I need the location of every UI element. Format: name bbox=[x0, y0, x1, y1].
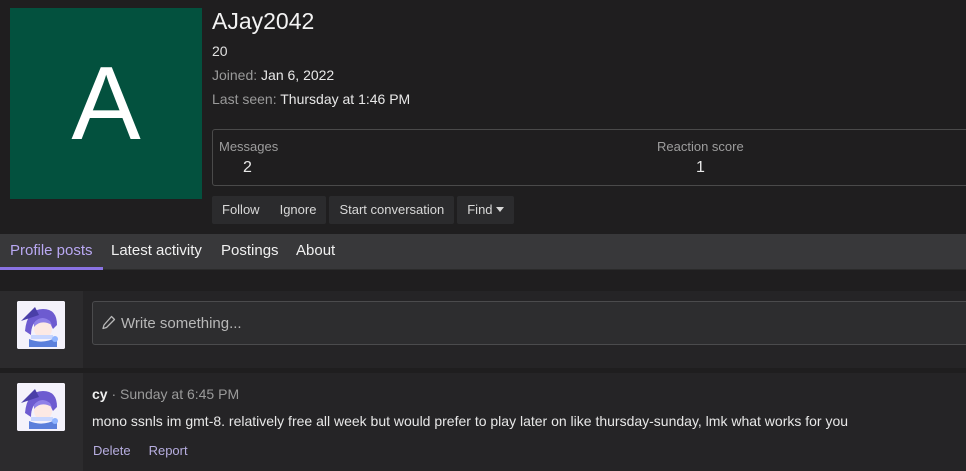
profile-posts-list: Write something... cy · Sunday at 6:45 P… bbox=[0, 291, 966, 471]
report-link[interactable]: Report bbox=[149, 443, 188, 458]
tab-postings[interactable]: Postings bbox=[211, 234, 289, 270]
post-actions: Delete Report bbox=[93, 443, 206, 458]
ignore-button[interactable]: Ignore bbox=[270, 196, 327, 224]
reaction-score-label: Reaction score bbox=[657, 139, 744, 154]
reaction-score-value: 1 bbox=[696, 159, 705, 176]
pencil-icon bbox=[102, 315, 116, 331]
write-placeholder: Write something... bbox=[121, 314, 242, 332]
find-group: Find bbox=[457, 196, 514, 224]
post-author-avatar[interactable] bbox=[17, 383, 65, 431]
find-button[interactable]: Find bbox=[457, 196, 513, 224]
post-header: cy · Sunday at 6:45 PM bbox=[92, 386, 239, 402]
start-conversation-button[interactable]: Start conversation bbox=[329, 196, 454, 224]
conversation-group: Start conversation bbox=[329, 196, 455, 224]
post-separator: · bbox=[111, 386, 117, 402]
post-author-link[interactable]: cy bbox=[92, 386, 108, 402]
stats-box: Messages 2 Reaction score 1 bbox=[212, 129, 966, 186]
messages-value[interactable]: 2 bbox=[243, 159, 252, 177]
write-something-input[interactable]: Write something... bbox=[92, 301, 966, 345]
member-header: A AJay2042 20 Joined: Jan 6, 2022 Last s… bbox=[0, 0, 966, 234]
composer-row: Write something... bbox=[0, 291, 966, 368]
follow-ignore-group: Follow Ignore bbox=[212, 196, 327, 224]
profile-post: cy · Sunday at 6:45 PM mono ssnls im gmt… bbox=[0, 373, 966, 471]
find-label: Find bbox=[467, 202, 493, 217]
joined-line: Joined: Jan 6, 2022 bbox=[212, 67, 334, 83]
member-actions: Follow Ignore Start conversation Find bbox=[212, 196, 517, 224]
last-seen-value: Thursday at 1:46 PM bbox=[280, 91, 411, 107]
last-seen-label: Last seen: bbox=[212, 91, 277, 107]
anime-avatar-image bbox=[17, 383, 65, 431]
caret-down-icon bbox=[495, 207, 504, 212]
anime-avatar-image bbox=[17, 301, 65, 349]
user-title: 20 bbox=[212, 43, 228, 59]
tab-profile-posts[interactable]: Profile posts bbox=[0, 234, 103, 270]
joined-value: Jan 6, 2022 bbox=[261, 67, 335, 83]
tab-about[interactable]: About bbox=[286, 234, 345, 270]
follow-button[interactable]: Follow bbox=[212, 196, 270, 224]
current-user-avatar[interactable] bbox=[17, 301, 65, 349]
delete-link[interactable]: Delete bbox=[93, 443, 131, 458]
post-timestamp[interactable]: Sunday at 6:45 PM bbox=[120, 386, 239, 402]
joined-label: Joined: bbox=[212, 67, 258, 83]
last-seen-line: Last seen: Thursday at 1:46 PM bbox=[212, 91, 410, 107]
tab-latest-activity[interactable]: Latest activity bbox=[101, 234, 212, 270]
avatar-letter: A bbox=[71, 45, 141, 162]
profile-avatar[interactable]: A bbox=[10, 8, 202, 199]
post-body: mono ssnls im gmt-8. relatively free all… bbox=[92, 413, 849, 429]
messages-label: Messages bbox=[219, 139, 279, 154]
profile-username: AJay2042 bbox=[212, 8, 315, 34]
profile-tabs: Profile posts Latest activity Postings A… bbox=[0, 234, 966, 270]
